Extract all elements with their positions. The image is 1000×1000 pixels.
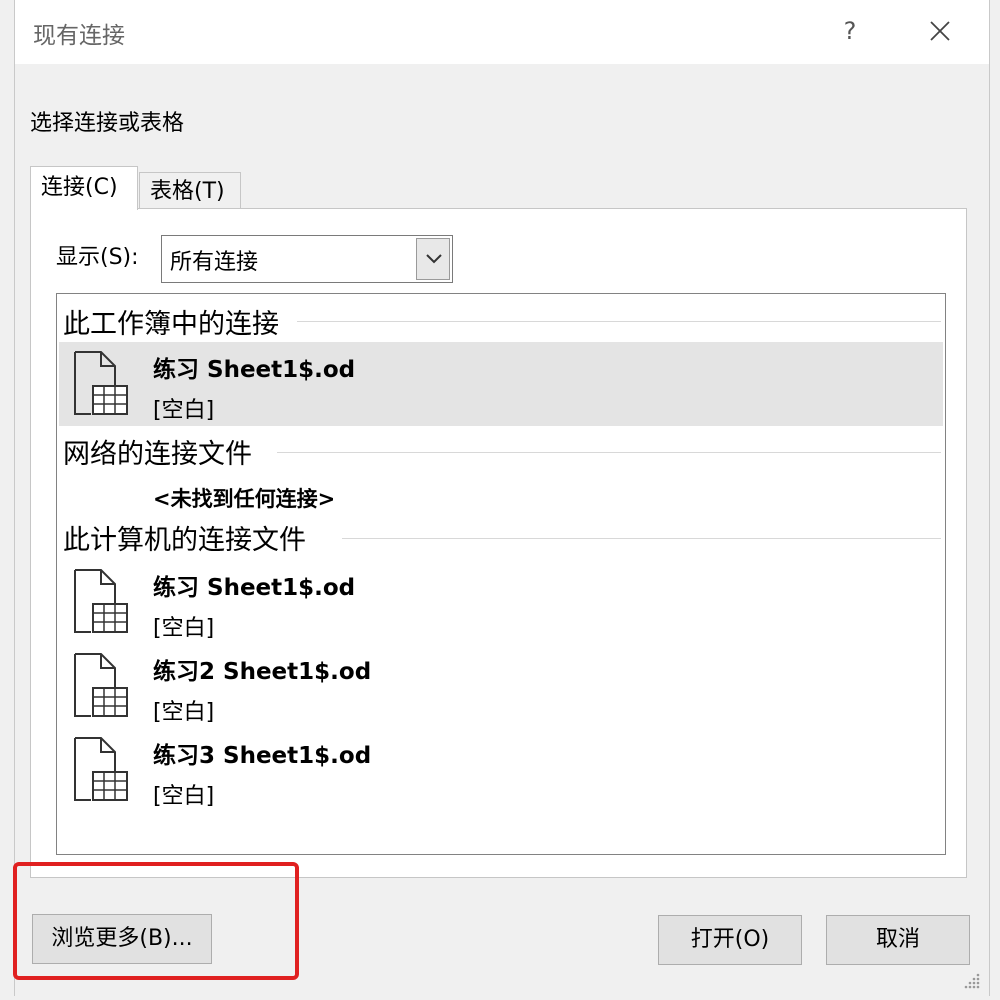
existing-connections-dialog: 现有连接 ? 选择连接或表格 连接(C) 表格(T) 显示(S): 所有连接 此… bbox=[13, 0, 990, 996]
close-button[interactable] bbox=[921, 12, 959, 50]
item-name: 练习 Sheet1$.od bbox=[153, 575, 356, 601]
cancel-button[interactable]: 取消 bbox=[826, 915, 970, 965]
item-name: 练习3 Sheet1$.od bbox=[153, 743, 372, 769]
spreadsheet-file-icon bbox=[74, 351, 128, 415]
spreadsheet-file-icon bbox=[74, 737, 128, 801]
highlight-annotation bbox=[13, 862, 299, 980]
group-heading-network: 网络的连接文件 bbox=[63, 432, 262, 471]
item-description: [空白] bbox=[153, 700, 215, 725]
list-item[interactable]: 练习 Sheet1$.od [空白] bbox=[59, 342, 943, 426]
item-description: [空白] bbox=[153, 398, 215, 423]
item-name: 练习2 Sheet1$.od bbox=[153, 659, 372, 685]
prompt-label: 选择连接或表格 bbox=[30, 111, 185, 136]
title-bar: 现有连接 ? bbox=[15, 0, 989, 64]
group-divider bbox=[297, 321, 941, 322]
tab-connections-label: 连接(C) bbox=[41, 175, 118, 200]
item-description: [空白] bbox=[153, 784, 215, 809]
open-button[interactable]: 打开(O) bbox=[658, 915, 802, 965]
no-connections-message: <未找到任何连接> bbox=[153, 487, 336, 511]
list-item[interactable]: 练习 Sheet1$.od [空白] bbox=[59, 560, 943, 644]
help-button[interactable]: ? bbox=[833, 14, 867, 48]
close-icon bbox=[930, 21, 950, 41]
show-dropdown-value: 所有连接 bbox=[170, 250, 259, 275]
group-heading-computer: 此计算机的连接文件 bbox=[63, 518, 316, 557]
tab-tables-label: 表格(T) bbox=[150, 179, 225, 204]
group-divider bbox=[342, 538, 941, 539]
list-item[interactable]: 练习3 Sheet1$.od [空白] bbox=[59, 728, 943, 812]
item-name: 练习 Sheet1$.od bbox=[153, 357, 356, 383]
resize-grip-icon[interactable] bbox=[963, 972, 981, 990]
item-description: [空白] bbox=[153, 616, 215, 641]
list-item[interactable]: 练习2 Sheet1$.od [空白] bbox=[59, 644, 943, 728]
group-heading-workbook: 此工作簿中的连接 bbox=[63, 302, 289, 341]
window-title: 现有连接 bbox=[33, 23, 125, 49]
spreadsheet-file-icon bbox=[74, 569, 128, 633]
show-label: 显示(S): bbox=[56, 245, 139, 270]
spreadsheet-file-icon bbox=[74, 653, 128, 717]
tab-tables[interactable]: 表格(T) bbox=[139, 172, 241, 209]
dropdown-button[interactable] bbox=[416, 238, 450, 280]
show-dropdown[interactable]: 所有连接 bbox=[161, 235, 453, 283]
group-divider bbox=[277, 452, 941, 453]
tab-connections[interactable]: 连接(C) bbox=[30, 166, 138, 210]
connections-list[interactable]: 此工作簿中的连接 练习 Sheet1$.od [空白] 网络的连接文件 <未找到… bbox=[56, 293, 946, 855]
chevron-down-icon bbox=[426, 254, 442, 264]
